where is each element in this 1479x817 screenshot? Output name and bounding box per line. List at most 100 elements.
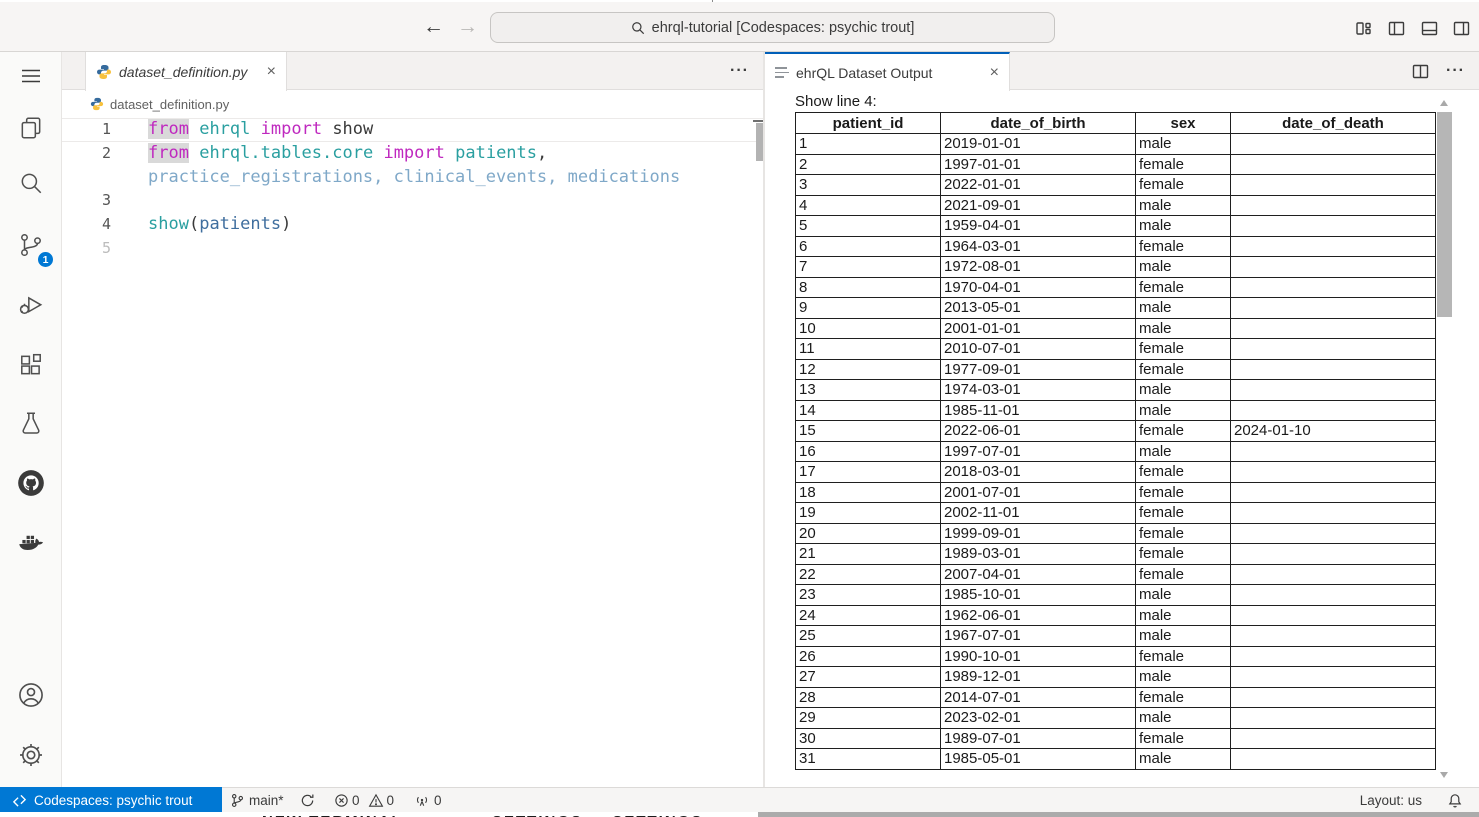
cell-date-of-birth: 1962-06-01	[941, 605, 1136, 626]
table-header-row: patient_iddate_of_birthsexdate_of_death	[796, 113, 1436, 134]
table-row: 12 1977-09-01 female	[796, 359, 1436, 380]
code-line[interactable]: 1from ehrql import show	[62, 118, 763, 142]
layout-indicator[interactable]: Layout: us	[1360, 788, 1422, 813]
cell-date-of-death	[1231, 523, 1436, 544]
sync-button[interactable]	[300, 788, 315, 813]
cell-date-of-birth: 1959-04-01	[941, 216, 1136, 237]
code-line[interactable]: 4show(patients)	[62, 213, 763, 237]
breadcrumb[interactable]: dataset_definition.py	[62, 90, 763, 118]
code-lines[interactable]: 1from ehrql import show2from ehrql.table…	[62, 118, 763, 261]
split-editor-icon[interactable]	[1411, 62, 1431, 82]
run-debug-icon[interactable]	[15, 289, 47, 321]
source-control-icon[interactable]: 1	[15, 229, 47, 261]
editor-more-actions[interactable]: ···	[730, 52, 749, 90]
code-line[interactable]: 5	[62, 237, 763, 261]
table-header-cell: sex	[1136, 113, 1231, 134]
line-number: 2	[62, 142, 111, 166]
cell-sex: female	[1136, 564, 1231, 585]
code-line[interactable]: 3	[62, 189, 763, 213]
ports-count: 0	[434, 793, 442, 808]
cell-date-of-death	[1231, 626, 1436, 647]
table-row: 6 1964-03-01 female	[796, 236, 1436, 257]
tab-ehrql-dataset-output[interactable]: ehrQL Dataset Output ×	[765, 52, 1010, 91]
toggle-panel-icon[interactable]	[1418, 17, 1440, 39]
output-scrollbar[interactable]	[1437, 90, 1452, 787]
cell-patient-id: 28	[796, 687, 941, 708]
cell-date-of-death	[1231, 359, 1436, 380]
toggle-primary-sidebar-icon[interactable]	[1385, 17, 1407, 39]
menu-icon[interactable]	[15, 60, 47, 92]
cell-date-of-birth: 2023-02-01	[941, 708, 1136, 729]
table-row: 7 1972-08-01 male	[796, 257, 1436, 278]
clipped-gray-band	[758, 812, 1479, 817]
cell-date-of-birth: 1990-10-01	[941, 646, 1136, 667]
ports-indicator[interactable]: 0	[414, 788, 442, 813]
table-row: 2 1997-01-01 female	[796, 154, 1436, 175]
customize-layout-icon[interactable]	[1352, 17, 1374, 39]
cell-patient-id: 11	[796, 339, 941, 360]
cell-date-of-death	[1231, 257, 1436, 278]
cell-date-of-birth: 1989-03-01	[941, 544, 1136, 565]
close-icon[interactable]: ×	[267, 64, 276, 80]
scrollbar-thumb[interactable]	[1437, 112, 1452, 317]
branch-indicator[interactable]: main*	[230, 788, 284, 813]
cell-date-of-death	[1231, 646, 1436, 667]
cell-patient-id: 27	[796, 667, 941, 688]
problems-indicator[interactable]: 0 0	[334, 788, 394, 813]
cell-sex: male	[1136, 318, 1231, 339]
output-list-icon	[775, 67, 789, 78]
remote-indicator[interactable]: Codespaces: psychic trout	[0, 787, 222, 813]
cell-patient-id: 4	[796, 195, 941, 216]
cell-date-of-birth: 2022-06-01	[941, 421, 1136, 442]
cell-date-of-death	[1231, 687, 1436, 708]
tab-label: ehrQL Dataset Output	[796, 65, 932, 81]
code-line[interactable]: 2from ehrql.tables.core import patients,	[62, 142, 763, 166]
notifications-bell[interactable]	[1447, 788, 1463, 813]
cell-sex: female	[1136, 359, 1231, 380]
cell-date-of-birth: 2001-01-01	[941, 318, 1136, 339]
clipped-page-strip: NEW TERMINAL SETTINGS → SETTINGS	[0, 812, 1479, 817]
extensions-icon[interactable]	[15, 349, 47, 381]
forward-icon[interactable]: →	[457, 14, 478, 40]
ports-broadcast-icon	[414, 793, 430, 808]
cell-date-of-birth: 1974-03-01	[941, 380, 1136, 401]
output-more-actions[interactable]: ···	[1446, 52, 1465, 90]
code-line[interactable]: practice_registrations, clinical_events,…	[62, 166, 763, 190]
docker-icon[interactable]	[15, 527, 47, 559]
cell-date-of-death	[1231, 236, 1436, 257]
cell-date-of-death	[1231, 216, 1436, 237]
scroll-down-icon[interactable]	[1440, 772, 1448, 778]
warning-icon	[368, 793, 384, 808]
error-count: 0	[352, 793, 360, 808]
cell-date-of-birth: 1977-09-01	[941, 359, 1136, 380]
github-icon[interactable]	[15, 467, 47, 499]
cell-sex: female	[1136, 339, 1231, 360]
tab-dataset-definition[interactable]: dataset_definition.py ×	[85, 52, 287, 91]
cell-sex: male	[1136, 605, 1231, 626]
back-icon[interactable]: ←	[423, 14, 444, 40]
cell-sex: male	[1136, 216, 1231, 237]
settings-gear-icon[interactable]	[15, 739, 47, 771]
close-icon[interactable]: ×	[990, 65, 999, 81]
toggle-secondary-sidebar-icon[interactable]	[1450, 17, 1472, 39]
cell-sex: male	[1136, 195, 1231, 216]
cell-sex: male	[1136, 749, 1231, 770]
cell-patient-id: 20	[796, 523, 941, 544]
explorer-icon[interactable]	[15, 112, 47, 144]
remote-label: Codespaces: psychic trout	[34, 793, 192, 808]
cell-patient-id: 7	[796, 257, 941, 278]
accounts-icon[interactable]	[15, 679, 47, 711]
search-sidebar-icon[interactable]	[15, 167, 47, 199]
cell-patient-id: 23	[796, 585, 941, 606]
line-number: 3	[62, 189, 111, 213]
table-row: 31 1985-05-01 male	[796, 749, 1436, 770]
cell-sex: male	[1136, 585, 1231, 606]
cell-date-of-birth: 2021-09-01	[941, 195, 1136, 216]
cell-patient-id: 29	[796, 708, 941, 729]
table-row: 20 1999-09-01 female	[796, 523, 1436, 544]
testing-icon[interactable]	[15, 407, 47, 439]
output-tab-bar: ehrQL Dataset Output × ···	[765, 52, 1479, 90]
scroll-up-icon[interactable]	[1440, 100, 1448, 106]
command-center[interactable]: ehrql-tutorial [Codespaces: psychic trou…	[490, 12, 1055, 43]
branch-icon	[230, 793, 245, 808]
